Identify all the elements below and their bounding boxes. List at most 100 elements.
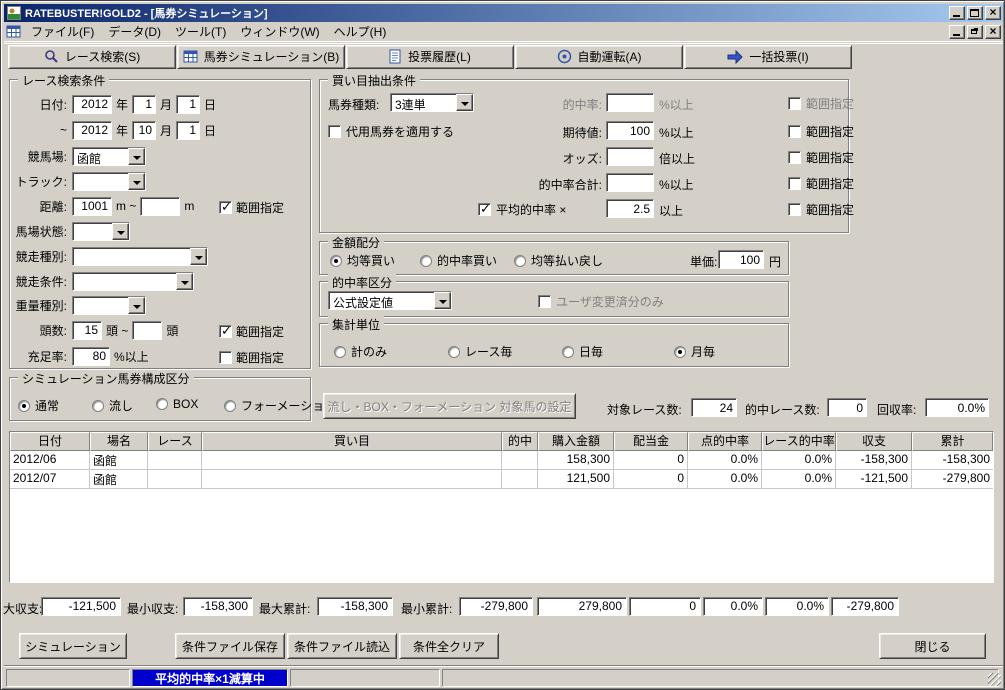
col-race-hitrate[interactable]: レース的中率: [762, 432, 836, 451]
date-to-month-input[interactable]: [132, 120, 157, 140]
menu-window[interactable]: ウィンドウ(W): [233, 21, 326, 42]
dropdown-arrow-icon[interactable]: [456, 94, 473, 111]
avg-range-checkbox[interactable]: 範囲指定: [788, 201, 854, 218]
dropdown-arrow-icon[interactable]: [128, 296, 145, 314]
distance-range-checkbox[interactable]: 範囲指定: [219, 199, 284, 216]
toolbar-auto-run-button[interactable]: 自動運転(A): [515, 44, 683, 69]
dropdown-arrow-icon[interactable]: [434, 292, 451, 309]
race-cond-select[interactable]: [72, 271, 194, 291]
mdi-restore-button[interactable]: [967, 24, 983, 39]
simulation-button[interactable]: シミュレーション: [19, 633, 127, 659]
heads-from-input[interactable]: [72, 320, 102, 340]
col-cumulative[interactable]: 累計: [912, 432, 993, 451]
menu-file[interactable]: ファイル(F): [24, 21, 101, 42]
weight-type-select[interactable]: [72, 295, 146, 315]
dropdown-arrow-icon[interactable]: [128, 147, 145, 165]
radio-total-only[interactable]: 計のみ: [334, 343, 387, 360]
status-message-text: 平均的中率×1減算中: [155, 671, 265, 686]
date-from-month-input[interactable]: [132, 94, 157, 114]
fill-rate-input[interactable]: [72, 346, 110, 366]
hit-total-input[interactable]: [606, 173, 654, 192]
col-race[interactable]: レース: [148, 432, 202, 451]
radio-equal-buy[interactable]: 均等買い: [330, 252, 395, 269]
toolbar-batch-vote-button[interactable]: 一括投票(I): [684, 44, 852, 69]
col-purchase[interactable]: 購入金額: [538, 432, 614, 451]
hit-rate-input[interactable]: [606, 93, 654, 112]
dropdown-arrow-icon[interactable]: [128, 172, 145, 190]
radio-hitrate-buy[interactable]: 的中率買い: [420, 252, 497, 269]
menu-tools[interactable]: ツール(T): [168, 21, 233, 42]
race-type-select[interactable]: [72, 246, 208, 266]
ticket-type-select[interactable]: 3連単: [390, 93, 474, 112]
radio-per-month[interactable]: 月毎: [674, 343, 715, 360]
expected-value-input[interactable]: [606, 121, 654, 140]
col-venue[interactable]: 場名: [90, 432, 148, 451]
unit-price-input[interactable]: [718, 250, 764, 269]
expected-value-range-checkbox[interactable]: 範囲指定: [788, 123, 854, 140]
radio-icon: [674, 345, 686, 358]
dropdown-arrow-icon[interactable]: [190, 247, 207, 265]
radio-per-day[interactable]: 日毎: [562, 343, 603, 360]
hit-class-select[interactable]: 公式設定値: [328, 291, 452, 310]
radio-per-race[interactable]: レース毎: [448, 343, 512, 360]
ground-state-select[interactable]: [72, 221, 130, 241]
avg-hit-rate-input[interactable]: [606, 199, 654, 218]
recovery-rate-value[interactable]: [925, 398, 989, 417]
date-from-year-input[interactable]: [72, 94, 112, 114]
col-point-hitrate[interactable]: 点的中率: [688, 432, 762, 451]
hit-class-legend: 的中率区分: [328, 274, 397, 291]
distance-from-input[interactable]: [72, 196, 112, 216]
save-condition-file-button[interactable]: 条件ファイル保存: [175, 633, 285, 659]
heads-range-checkbox[interactable]: 範囲指定: [219, 323, 284, 340]
checkbox-label: 範囲指定: [236, 325, 285, 339]
hit-total-range-checkbox[interactable]: 範囲指定: [788, 175, 854, 192]
odds-input[interactable]: [606, 147, 654, 166]
avg-hit-rate-checkbox[interactable]: 平均的中率 ×: [478, 201, 566, 218]
dropdown-arrow-icon[interactable]: [176, 272, 193, 290]
mdi-minimize-button[interactable]: [949, 24, 965, 39]
fill-rate-range-checkbox[interactable]: 範囲指定: [219, 349, 284, 366]
menu-help[interactable]: ヘルプ(H): [327, 21, 394, 42]
distance-to-input[interactable]: [140, 196, 181, 216]
dropdown-arrow-icon[interactable]: [112, 222, 129, 240]
close-window-button[interactable]: 閉じる: [879, 633, 986, 659]
substitute-ticket-checkbox[interactable]: 代用馬券を適用する: [328, 123, 454, 140]
col-bet[interactable]: 買い目: [202, 432, 502, 451]
col-hit[interactable]: 的中: [502, 432, 538, 451]
toolbar-vote-history-button[interactable]: 投票履歴(L): [346, 44, 514, 69]
table-row[interactable]: 2012/06 函館 158,300 0 0.0% 0.0% -158,300 …: [10, 451, 993, 470]
date-to-year-input[interactable]: [72, 120, 112, 140]
minimize-button[interactable]: [949, 6, 965, 20]
radio-formation[interactable]: フォーメーション: [224, 397, 336, 414]
target-horse-setting-button[interactable]: 流し・BOX・フォーメーション 対象馬の設定: [323, 393, 576, 419]
col-date[interactable]: 日付: [10, 432, 90, 451]
radio-equal-payout[interactable]: 均等払い戻し: [514, 252, 603, 269]
toolbar-bet-simulation-button[interactable]: 馬券シミュレーション(B): [177, 44, 345, 69]
maximize-button[interactable]: [967, 6, 983, 20]
mdi-close-button[interactable]: ×: [985, 24, 1001, 39]
mdi-child-icon[interactable]: [6, 24, 24, 40]
load-condition-file-button[interactable]: 条件ファイル読込: [287, 633, 397, 659]
track-select[interactable]: [72, 171, 146, 191]
radio-nagashi[interactable]: 流し: [92, 397, 133, 414]
date-to-day-input[interactable]: [176, 120, 201, 140]
user-modified-only-checkbox[interactable]: ユーザ変更済分のみ: [538, 293, 664, 310]
radio-box[interactable]: BOX: [156, 397, 198, 411]
toolbar-race-search-button[interactable]: レース検索(S): [8, 44, 176, 69]
date-from-day-input[interactable]: [176, 94, 201, 114]
menu-data[interactable]: データ(D): [101, 21, 168, 42]
resize-grip[interactable]: [988, 673, 1001, 686]
hit-rate-range-checkbox[interactable]: 範囲指定: [788, 95, 854, 112]
target-races-value[interactable]: [691, 398, 737, 417]
col-payout[interactable]: 配当金: [614, 432, 688, 451]
radio-icon: [448, 345, 460, 358]
odds-range-checkbox[interactable]: 範囲指定: [788, 149, 854, 166]
heads-to-input[interactable]: [132, 320, 163, 340]
hit-races-value[interactable]: [827, 398, 867, 417]
table-row[interactable]: 2012/07 函館 121,500 0 0.0% 0.0% -121,500 …: [10, 470, 993, 489]
close-button[interactable]: ×: [985, 5, 1001, 20]
col-balance[interactable]: 収支: [836, 432, 912, 451]
clear-all-conditions-button[interactable]: 条件全クリア: [399, 633, 499, 659]
radio-normal[interactable]: 通常: [18, 397, 59, 414]
course-select[interactable]: 函館: [72, 146, 146, 166]
